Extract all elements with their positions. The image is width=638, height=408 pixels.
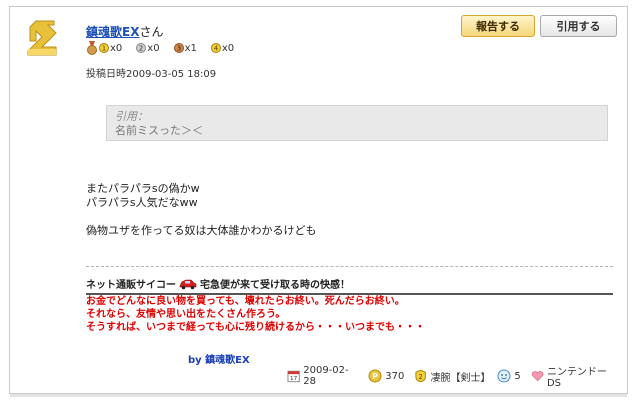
post-date: 投稿日時2009-03-05 18:09 [86,69,217,80]
medal-icon [87,41,97,55]
byline-name: 鎮魂歌EX [205,355,250,366]
joined-date: 17 2009-02-28 [287,365,358,387]
medal-bronze: 1 x0 [86,41,122,55]
rank-2-icon: 2 [136,43,147,53]
signature-heading-text: 宅急便が来て受け取る時の快感！ [200,280,350,291]
quote-text: 名前ミスった＞＜ [115,124,203,137]
report-button[interactable]: 報告する [461,15,535,37]
svg-text:P: P [372,372,378,381]
heart-icon [531,371,544,382]
joined-date-text: 2009-02-28 [303,365,349,387]
favorite-platform: ニンテンドーDS [531,363,617,389]
points: P 370 [368,369,404,383]
signature-line: それなら、友情や思い出をたくさん作ろう。 [86,309,286,320]
rank-4-icon: 4 [210,43,221,53]
body-line: 偽物ユザを作ってる奴は大体誰かわかるけども [86,224,317,237]
body-line-blank [86,210,316,224]
rank-text: 凄腕【剣士】 [430,372,491,384]
svg-text:4: 4 [214,45,219,53]
medal-row: 1 x0 2 x0 3 x1 4 x0 [86,41,248,55]
post-card: 鎮魂歌EXさん 1 x0 2 x0 3 x1 4 x0 投稿日時2009-03-… [9,6,628,397]
svg-text:1: 1 [102,45,106,53]
smiley-icon [497,369,511,383]
svg-text:17: 17 [290,376,298,382]
svg-text:2: 2 [419,373,423,381]
signature-divider [86,266,613,267]
medal-count: x0 [110,42,123,54]
medal-copper: 3 x1 [173,42,197,54]
body-line: またパラパラsの偽かw [86,182,200,195]
calendar-icon: 17 [287,370,300,382]
svg-text:2: 2 [139,45,143,53]
points-icon: P [368,369,382,383]
rank-3-icon: 3 [173,43,184,53]
rank-1-icon: 1 [99,43,109,53]
signature-heading: ネット通販サイコー 宅急便が来て受け取る時の快感！ [86,276,613,295]
signature-line: そうすれば、いつまで経っても心に残り続けるから・・・いつまでも・・・ [86,322,425,333]
medal-count: x1 [184,42,197,54]
quote-label: 引用： [115,110,148,123]
svg-text:3: 3 [176,45,180,53]
avatar[interactable] [22,19,62,59]
quote-button[interactable]: 引用する [540,15,617,37]
username-suffix: さん [139,25,164,39]
medal-gold: 4 x0 [210,42,235,54]
platform-text: ニンテンドーDS [546,367,607,389]
signature-text: お金でどんなに良い物を買っても、壊れたらお終い。死んだらお終い。 それなら、友情… [86,295,425,334]
signature-line: お金でどんなに良い物を買っても、壊れたらお終い。死んだらお終い。 [86,296,405,307]
post-body: またパラパラsの偽かw パラパラs人気だなww 偽物ユザを作ってる奴は大体誰かわ… [86,182,316,238]
user-rank: 2 凄腕【剣士】 [414,369,491,384]
rank-badge-icon: 2 [415,369,427,383]
body-line: パラパラs人気だなww [86,196,198,209]
car-icon [179,279,197,289]
medal-silver: 2 x0 [136,42,160,54]
points-value: 370 [385,370,405,382]
username-link[interactable]: 鎮魂歌EX [86,25,139,39]
count-stat: 5 [497,369,521,383]
count-value: 5 [514,370,521,382]
quote-block: 引用： 名前ミスった＞＜ [106,105,608,141]
signature-byline: by 鎮魂歌EX [188,351,250,366]
user-stats-footer: 17 2009-02-28 P 370 2 凄腕【剣士】 5 ニンテンドーDS [287,363,627,389]
byline-prefix: by [188,355,206,366]
signature-heading-text: ネット通販サイコー [86,280,176,291]
medal-count: x0 [147,42,160,54]
medal-count: x0 [221,42,235,54]
username-row: 鎮魂歌EXさん [86,23,163,40]
